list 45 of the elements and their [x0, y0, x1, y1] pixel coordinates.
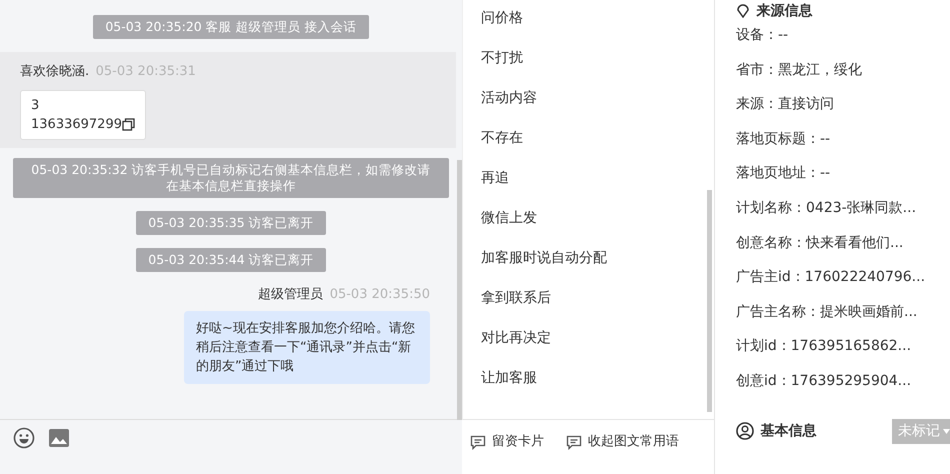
section-title: 基本信息 [760, 422, 816, 441]
message-icon [470, 434, 486, 450]
quick-reply-item[interactable]: 问价格 [463, 0, 714, 40]
message-time: 05-03 20:35:50 [330, 286, 430, 304]
user-icon [736, 422, 754, 440]
message-text: 3 [31, 96, 40, 114]
quick-reply-item[interactable]: 不存在 [463, 120, 714, 160]
image-icon[interactable] [48, 428, 70, 448]
info-field: 广告主名称：提米映画婚前... [736, 294, 950, 330]
message-icon [566, 434, 582, 450]
quick-reply-item[interactable]: 加客服时说自动分配 [463, 240, 714, 280]
quick-action-button[interactable]: 留资卡片 [468, 431, 545, 453]
location-icon [736, 4, 750, 18]
info-field: 计划名称：0423-张琳同款... [736, 190, 950, 226]
info-field: 落地页标题：-- [736, 122, 950, 156]
quick-reply-item[interactable]: 对比再决定 [463, 320, 714, 360]
quick-reply-item[interactable]: 再追 [463, 160, 714, 200]
copy-icon[interactable] [122, 118, 135, 130]
quick-reply-item[interactable]: 拿到联系后 [463, 280, 714, 320]
info-field: 设备：-- [736, 18, 950, 53]
caret-icon [943, 428, 950, 434]
info-field: 创意名称：快来看看他们... [736, 226, 950, 260]
info-field: 广告主id：176022240796... [736, 260, 950, 295]
info-field: 计划id：176395165862... [736, 329, 950, 364]
phone-number: 13633697299 [31, 116, 122, 134]
quick-reply-item[interactable]: 微信上发 [463, 200, 714, 240]
info-field: 创意id：176395295904... [736, 364, 950, 399]
quick-action-button[interactable]: 收起图文常用语 [564, 431, 680, 453]
sender-name: 喜欢徐晓涵. [20, 64, 90, 79]
quick-reply-item[interactable]: 活动内容 [463, 80, 714, 120]
system-message: 05-03 20:35:20 客服 超级管理员 接入会话 [93, 15, 369, 39]
system-message: 05-03 20:35:32 访客手机号已自动标记右侧基本信息栏，如需修改请在基本信息栏直接操作 [13, 158, 449, 198]
info-field: 落地页地址：-- [736, 156, 950, 191]
section-title: 来源信息 [756, 2, 812, 20]
message-bubble: 好哒~现在安排客服加您介绍哈。请您稍后注意查看一下“通讯录”并点击“新的朋友”通过下哦 [184, 310, 430, 384]
sender-name: 超级管理员 [258, 286, 324, 304]
quick-reply-item[interactable]: 让加客服 [463, 360, 714, 400]
system-message: 05-03 20:35:35 访客已离开 [136, 210, 326, 234]
info-field: 省市：黑龙江，绥化 [736, 52, 950, 88]
scrollbar[interactable] [707, 190, 712, 412]
system-message: 05-03 20:35:44 访客已离开 [136, 248, 326, 272]
info-field: 来源：直接访问 [736, 87, 950, 122]
emoji-icon[interactable] [13, 426, 35, 448]
scrollbar[interactable] [457, 160, 462, 420]
quick-reply-item[interactable]: 不打扰 [463, 40, 714, 80]
